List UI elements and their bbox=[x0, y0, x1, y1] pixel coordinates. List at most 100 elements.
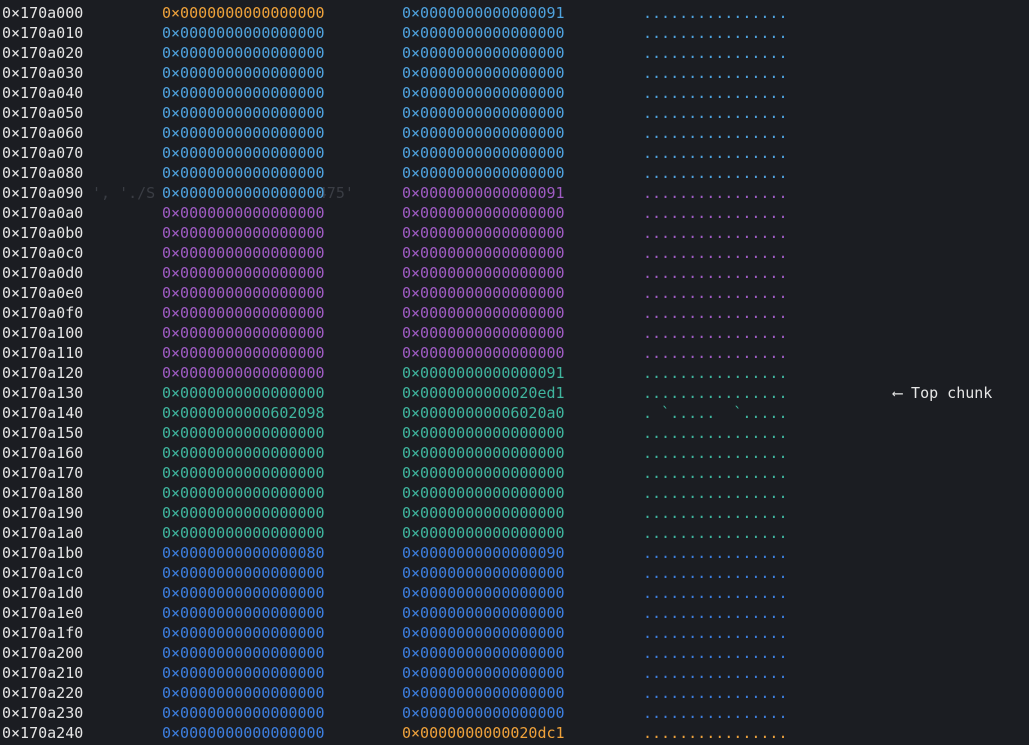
qword-1-cell: 0×0000000000000000 bbox=[162, 484, 325, 502]
address-cell: 0×170a1b0 bbox=[2, 544, 84, 562]
qword-2-cell: 0×0000000000000000 bbox=[402, 344, 565, 362]
address-cell: 0×170a0c0 bbox=[2, 244, 84, 262]
qword-2-cell: 0×0000000000000000 bbox=[402, 444, 565, 462]
heap-dump-view: ', './S 475' 0×170a000 0×0000000000000000… bbox=[0, 0, 1029, 745]
qword-2-cell: 0×0000000000020dc1 bbox=[402, 724, 565, 742]
address-cell: 0×170a110 bbox=[2, 344, 84, 362]
address-cell: 0×170a220 bbox=[2, 684, 84, 702]
ascii-cell: ................ bbox=[643, 344, 788, 362]
ascii-cell: ................ bbox=[643, 564, 788, 582]
ascii-cell: ................ bbox=[643, 384, 788, 402]
qword-1-cell: 0×0000000000000000 bbox=[162, 24, 325, 42]
address-cell: 0×170a180 bbox=[2, 484, 84, 502]
ascii-cell: ................ bbox=[643, 364, 788, 382]
ascii-cell: ................ bbox=[643, 64, 788, 82]
qword-1-cell: 0×0000000000000000 bbox=[162, 564, 325, 582]
qword-2-cell: 0×0000000000000000 bbox=[402, 684, 565, 702]
ascii-cell: ................ bbox=[643, 724, 788, 742]
qword-2-cell: 0×0000000000000000 bbox=[402, 204, 565, 222]
qword-1-cell: 0×0000000000000000 bbox=[162, 464, 325, 482]
address-cell: 0×170a0f0 bbox=[2, 304, 84, 322]
qword-2-cell: 0×0000000000000000 bbox=[402, 644, 565, 662]
address-cell: 0×170a170 bbox=[2, 464, 84, 482]
ascii-cell: ................ bbox=[643, 264, 788, 282]
qword-1-cell: 0×0000000000000000 bbox=[162, 724, 325, 742]
qword-2-cell: 0×0000000000000090 bbox=[402, 544, 565, 562]
qword-2-cell: 0×0000000000000000 bbox=[402, 104, 565, 122]
address-cell: 0×170a240 bbox=[2, 724, 84, 742]
qword-2-cell: 0×0000000000000091 bbox=[402, 364, 565, 382]
ascii-cell: ................ bbox=[643, 504, 788, 522]
qword-1-cell: 0×0000000000000000 bbox=[162, 444, 325, 462]
ascii-cell: ................ bbox=[643, 664, 788, 682]
qword-1-cell: 0×0000000000000000 bbox=[162, 664, 325, 682]
qword-1-cell: 0×0000000000000000 bbox=[162, 204, 325, 222]
qword-2-cell: 0×0000000000000000 bbox=[402, 264, 565, 282]
address-cell: 0×170a130 bbox=[2, 384, 84, 402]
ascii-cell: ................ bbox=[643, 424, 788, 442]
qword-1-cell: 0×0000000000000000 bbox=[162, 284, 325, 302]
ascii-cell: ................ bbox=[643, 304, 788, 322]
qword-2-cell: 0×0000000000020ed1 bbox=[402, 384, 565, 402]
qword-2-cell: 0×0000000000000000 bbox=[402, 324, 565, 342]
address-cell: 0×170a0a0 bbox=[2, 204, 84, 222]
address-cell: 0×170a050 bbox=[2, 104, 84, 122]
address-cell: 0×170a200 bbox=[2, 644, 84, 662]
address-cell: 0×170a1e0 bbox=[2, 604, 84, 622]
qword-2-cell: 0×00000000006020a0 bbox=[402, 404, 565, 422]
ascii-cell: ................ bbox=[643, 624, 788, 642]
qword-1-cell: 0×0000000000000000 bbox=[162, 644, 325, 662]
address-cell: 0×170a010 bbox=[2, 24, 84, 42]
qword-1-cell: 0×0000000000000080 bbox=[162, 544, 325, 562]
ascii-cell: ................ bbox=[643, 584, 788, 602]
ascii-cell: ................ bbox=[643, 124, 788, 142]
address-cell: 0×170a210 bbox=[2, 664, 84, 682]
ascii-cell: ................ bbox=[643, 484, 788, 502]
address-cell: 0×170a0b0 bbox=[2, 224, 84, 242]
qword-2-cell: 0×0000000000000000 bbox=[402, 144, 565, 162]
qword-2-cell: 0×0000000000000000 bbox=[402, 424, 565, 442]
ascii-cell: . `..... `..... bbox=[643, 404, 788, 422]
qword-1-cell: 0×0000000000000000 bbox=[162, 144, 325, 162]
qword-2-cell: 0×0000000000000000 bbox=[402, 624, 565, 642]
address-cell: 0×170a1c0 bbox=[2, 564, 84, 582]
qword-2-cell: 0×0000000000000000 bbox=[402, 164, 565, 182]
address-cell: 0×170a040 bbox=[2, 84, 84, 102]
qword-2-cell: 0×0000000000000000 bbox=[402, 304, 565, 322]
ascii-cell: ................ bbox=[643, 24, 788, 42]
ascii-cell: ................ bbox=[643, 144, 788, 162]
qword-1-cell: 0×0000000000000000 bbox=[162, 604, 325, 622]
address-cell: 0×170a060 bbox=[2, 124, 84, 142]
address-cell: 0×170a1a0 bbox=[2, 524, 84, 542]
ascii-cell: ................ bbox=[643, 544, 788, 562]
qword-2-cell: 0×0000000000000000 bbox=[402, 124, 565, 142]
qword-2-cell: 0×0000000000000000 bbox=[402, 244, 565, 262]
ascii-cell: ................ bbox=[643, 244, 788, 262]
qword-2-cell: 0×0000000000000000 bbox=[402, 24, 565, 42]
address-cell: 0×170a090 bbox=[2, 184, 84, 202]
qword-1-cell: 0×0000000000000000 bbox=[162, 64, 325, 82]
qword-2-cell: 0×0000000000000000 bbox=[402, 564, 565, 582]
address-cell: 0×170a0d0 bbox=[2, 264, 84, 282]
ascii-cell: ................ bbox=[643, 204, 788, 222]
qword-1-cell: 0×0000000000000000 bbox=[162, 704, 325, 722]
qword-2-cell: 0×0000000000000000 bbox=[402, 84, 565, 102]
qword-2-cell: 0×0000000000000000 bbox=[402, 224, 565, 242]
address-cell: 0×170a100 bbox=[2, 324, 84, 342]
qword-2-cell: 0×0000000000000000 bbox=[402, 284, 565, 302]
ascii-cell: ................ bbox=[643, 164, 788, 182]
qword-2-cell: 0×0000000000000091 bbox=[402, 184, 565, 202]
address-cell: 0×170a080 bbox=[2, 164, 84, 182]
ascii-cell: ................ bbox=[643, 604, 788, 622]
qword-1-cell: 0×0000000000000000 bbox=[162, 224, 325, 242]
qword-1-cell: 0×0000000000000000 bbox=[162, 344, 325, 362]
qword-1-cell: 0×0000000000000000 bbox=[162, 524, 325, 542]
address-cell: 0×170a140 bbox=[2, 404, 84, 422]
qword-1-cell: 0×0000000000000000 bbox=[162, 364, 325, 382]
qword-1-cell: 0×0000000000000000 bbox=[162, 244, 325, 262]
ascii-cell: ................ bbox=[643, 44, 788, 62]
qword-2-cell: 0×0000000000000000 bbox=[402, 64, 565, 82]
qword-1-cell: 0×0000000000000000 bbox=[162, 84, 325, 102]
qword-1-cell: 0×0000000000000000 bbox=[162, 304, 325, 322]
qword-2-cell: 0×0000000000000000 bbox=[402, 604, 565, 622]
